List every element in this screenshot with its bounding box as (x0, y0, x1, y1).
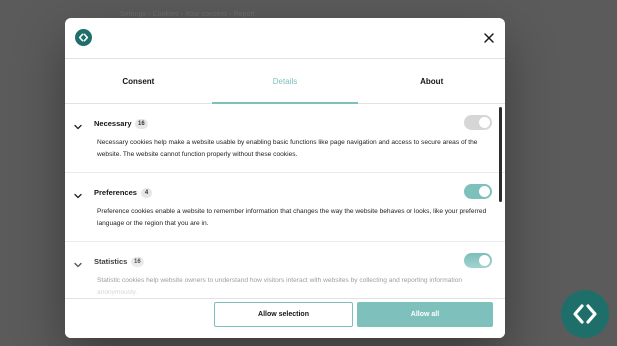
tab-about[interactable]: About (358, 59, 505, 103)
necessary-toggle (464, 115, 492, 130)
close-icon[interactable] (483, 31, 495, 43)
cookie-consent-dialog: Consent Details About Necessary 16 Neces… (65, 18, 505, 338)
details-panel: Necessary 16 Necessary cookies help make… (65, 104, 505, 298)
chevron-down-icon[interactable] (73, 119, 83, 130)
dialog-tabs: Consent Details About (65, 59, 505, 104)
section-description: Statistic cookies help website owners to… (97, 277, 463, 296)
cookie-section-necessary: Necessary 16 Necessary cookies help make… (65, 115, 505, 173)
section-description: Necessary cookies help make a website us… (97, 139, 478, 158)
section-header: Necessary 16 (65, 115, 505, 133)
allow-selection-button[interactable]: Allow selection (214, 302, 353, 327)
section-title: Necessary (94, 119, 132, 128)
allow-all-button[interactable]: Allow all (357, 302, 493, 327)
cookie-count-badge: 16 (131, 256, 144, 267)
preferences-toggle[interactable] (464, 184, 492, 199)
toggle-knob (479, 186, 490, 197)
section-title: Statistics (94, 257, 128, 266)
tab-consent[interactable]: Consent (65, 59, 212, 103)
cookie-section-statistics: Statistics 16 Statistic cookies help web… (65, 253, 505, 298)
cookie-settings-floating-button[interactable] (561, 290, 609, 338)
section-title: Preferences (94, 188, 137, 197)
dialog-footer: Allow selection Allow all (65, 298, 505, 338)
cookie-count-badge: 4 (141, 187, 152, 198)
code-brackets-icon (75, 29, 92, 46)
chevron-down-icon[interactable] (73, 188, 83, 199)
chevron-down-icon[interactable] (73, 257, 83, 268)
background-breadcrumb: Settings › Cookies › Your consent › Repo… (120, 11, 255, 18)
section-header: Preferences 4 (65, 184, 505, 202)
dialog-header (65, 18, 505, 59)
cookie-section-preferences: Preferences 4 Preference cookies enable … (65, 184, 505, 242)
tab-details[interactable]: Details (211, 59, 359, 104)
statistics-toggle[interactable] (464, 253, 492, 268)
code-brackets-icon (573, 304, 597, 324)
toggle-knob (479, 117, 490, 128)
section-description: Preference cookies enable a website to r… (97, 208, 487, 227)
details-scrollbar[interactable] (499, 107, 502, 202)
cookie-count-badge: 16 (135, 118, 148, 129)
section-header: Statistics 16 (65, 253, 505, 271)
toggle-knob (479, 255, 490, 266)
